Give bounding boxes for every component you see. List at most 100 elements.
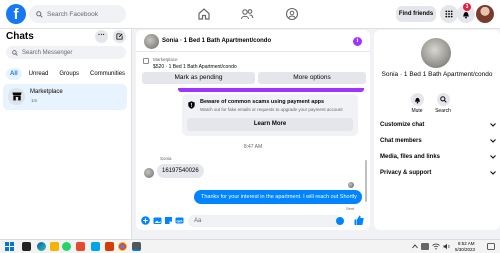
conversation-title[interactable]: Sonia · 1 Bed 1 Bath Apartment/condo (162, 38, 271, 44)
find-friends-button[interactable]: Find friends (396, 6, 436, 22)
groups-icon[interactable] (285, 7, 299, 21)
incoming-message[interactable]: 16197540026 (157, 164, 204, 178)
chrome-icon[interactable] (118, 242, 127, 251)
learn-more-button[interactable]: Learn More (187, 118, 353, 131)
conversation-time: 1m (31, 98, 38, 103)
media-files-label: Media, files and links (380, 154, 441, 160)
battery-icon[interactable] (421, 243, 429, 250)
sent-status: Sent (346, 206, 355, 211)
chats-panel: Chats ··· Search Messenger All Unread Gr… (0, 29, 132, 239)
chat-filters: All Unread Groups Communities (6, 68, 129, 80)
shield-icon (188, 101, 195, 109)
media-files-row[interactable]: Media, files and links (380, 154, 496, 160)
mark-as-pending-button[interactable]: Mark as pending (142, 72, 255, 84)
customize-chat-label: Customize chat (380, 122, 425, 128)
info-icon[interactable]: i (353, 37, 362, 46)
filter-all[interactable]: All (6, 68, 22, 80)
listing-label: Marketplace (153, 57, 178, 62)
message-composer: GIF Aa (136, 212, 370, 230)
search-action[interactable]: Search (433, 93, 453, 114)
message-timestamp: 8:47 AM (243, 144, 263, 150)
windows-start-icon[interactable] (5, 242, 14, 251)
listing-card: Marketplace $520 · 1 Bed 1 Bath Apartmen… (136, 52, 370, 86)
search-icon (36, 10, 43, 18)
active-app-icon[interactable] (132, 242, 141, 251)
profile-avatar[interactable] (476, 5, 494, 23)
emoji-icon[interactable] (336, 217, 344, 225)
chats-title: Chats (6, 31, 34, 42)
top-bar: f Search Facebook Find friends 3 (0, 0, 500, 29)
photo-icon[interactable] (153, 216, 162, 225)
conversation-item-marketplace[interactable]: Marketplace 1m (3, 84, 127, 110)
sender-name: Sonia (160, 156, 172, 161)
scrollbar[interactable] (365, 160, 367, 202)
mute-label: Mute (411, 108, 423, 114)
chat-options-button[interactable]: ··· (95, 30, 108, 43)
facebook-logo-icon[interactable]: f (6, 4, 26, 24)
task-view-icon[interactable] (22, 242, 31, 251)
read-receipt-avatar (348, 182, 354, 188)
filter-groups[interactable]: Groups (55, 68, 83, 80)
search-placeholder: Search Facebook (47, 10, 98, 18)
grid-icon (445, 10, 453, 18)
info-title: Sonia · 1 Bed 1 Bath Apartment/condo (381, 71, 493, 78)
notification-badge: 3 (463, 3, 471, 11)
bell-icon (414, 97, 420, 103)
whatsapp-icon[interactable] (62, 242, 71, 251)
more-options-button[interactable]: More options (258, 72, 366, 84)
menu-grid-button[interactable] (440, 5, 458, 23)
plus-icon[interactable] (141, 216, 150, 225)
conversation-name: Marketplace (30, 89, 63, 95)
outgoing-message[interactable]: Thanks for your interest in the apartmen… (194, 190, 362, 204)
info-avatar[interactable] (421, 38, 451, 68)
wifi-icon[interactable] (432, 243, 440, 250)
windows-taskbar: 8:52 AM 5/30/2023 (0, 239, 500, 253)
search-icon (439, 96, 447, 103)
volume-icon[interactable] (443, 243, 451, 250)
safety-title: Beware of common scams using payment app… (200, 99, 325, 105)
safety-notice: Beware of common scams using payment app… (182, 94, 358, 136)
chevron-down-icon (490, 139, 496, 143)
previous-message-bubble (178, 88, 364, 92)
listing-thumbnail-icon (143, 58, 149, 64)
conversation-header: Sonia · 1 Bed 1 Bath Apartment/condo i (136, 30, 370, 52)
sticker-icon[interactable] (164, 216, 173, 225)
safety-subtitle: Watch out for fake emails or requests to… (200, 107, 343, 112)
listing-price[interactable]: $520 · 1 Bed 1 Bath Apartment/condo (153, 64, 237, 70)
file-explorer-icon[interactable] (50, 242, 59, 251)
store-icon[interactable] (91, 242, 100, 251)
conversation-info-panel: Sonia · 1 Bed 1 Bath Apartment/condo Mut… (374, 30, 500, 230)
chat-members-row[interactable]: Chat members (380, 138, 496, 144)
chevron-down-icon (490, 123, 496, 127)
gif-icon[interactable]: GIF (175, 216, 184, 225)
app-icon[interactable] (105, 242, 114, 251)
chevron-down-icon (490, 155, 496, 159)
privacy-support-label: Privacy & support (380, 170, 432, 176)
mute-action[interactable]: Mute (407, 93, 427, 114)
thumbs-up-icon[interactable] (354, 215, 364, 226)
edge-icon[interactable] (37, 242, 46, 251)
messenger-search-input[interactable]: Search Messenger (6, 46, 126, 59)
taskbar-time[interactable]: 8:52 AM (458, 241, 475, 246)
conversation-panel: Sonia · 1 Bed 1 Bath Apartment/condo i M… (136, 30, 370, 230)
chevron-down-icon (490, 171, 496, 175)
marketplace-icon (8, 88, 25, 105)
new-message-button[interactable] (113, 30, 126, 43)
facebook-search-input[interactable]: Search Facebook (29, 5, 126, 23)
friends-icon[interactable] (240, 7, 254, 21)
home-icon[interactable] (197, 7, 211, 21)
filter-communities[interactable]: Communities (86, 68, 129, 80)
filter-unread[interactable]: Unread (25, 68, 53, 80)
taskbar-date[interactable]: 5/30/2023 (455, 247, 475, 252)
search-label: Search (435, 108, 451, 114)
customize-chat-row[interactable]: Customize chat (380, 122, 496, 128)
app-icon[interactable] (76, 242, 85, 251)
message-input[interactable]: Aa (188, 215, 343, 227)
privacy-support-row[interactable]: Privacy & support (380, 170, 496, 176)
sender-avatar[interactable] (144, 168, 154, 178)
search-icon (12, 49, 18, 56)
notification-center-icon[interactable] (487, 243, 495, 250)
conversation-avatar[interactable] (144, 34, 159, 49)
chevron-up-icon[interactable] (412, 244, 418, 249)
svg-text:GIF: GIF (176, 219, 183, 223)
